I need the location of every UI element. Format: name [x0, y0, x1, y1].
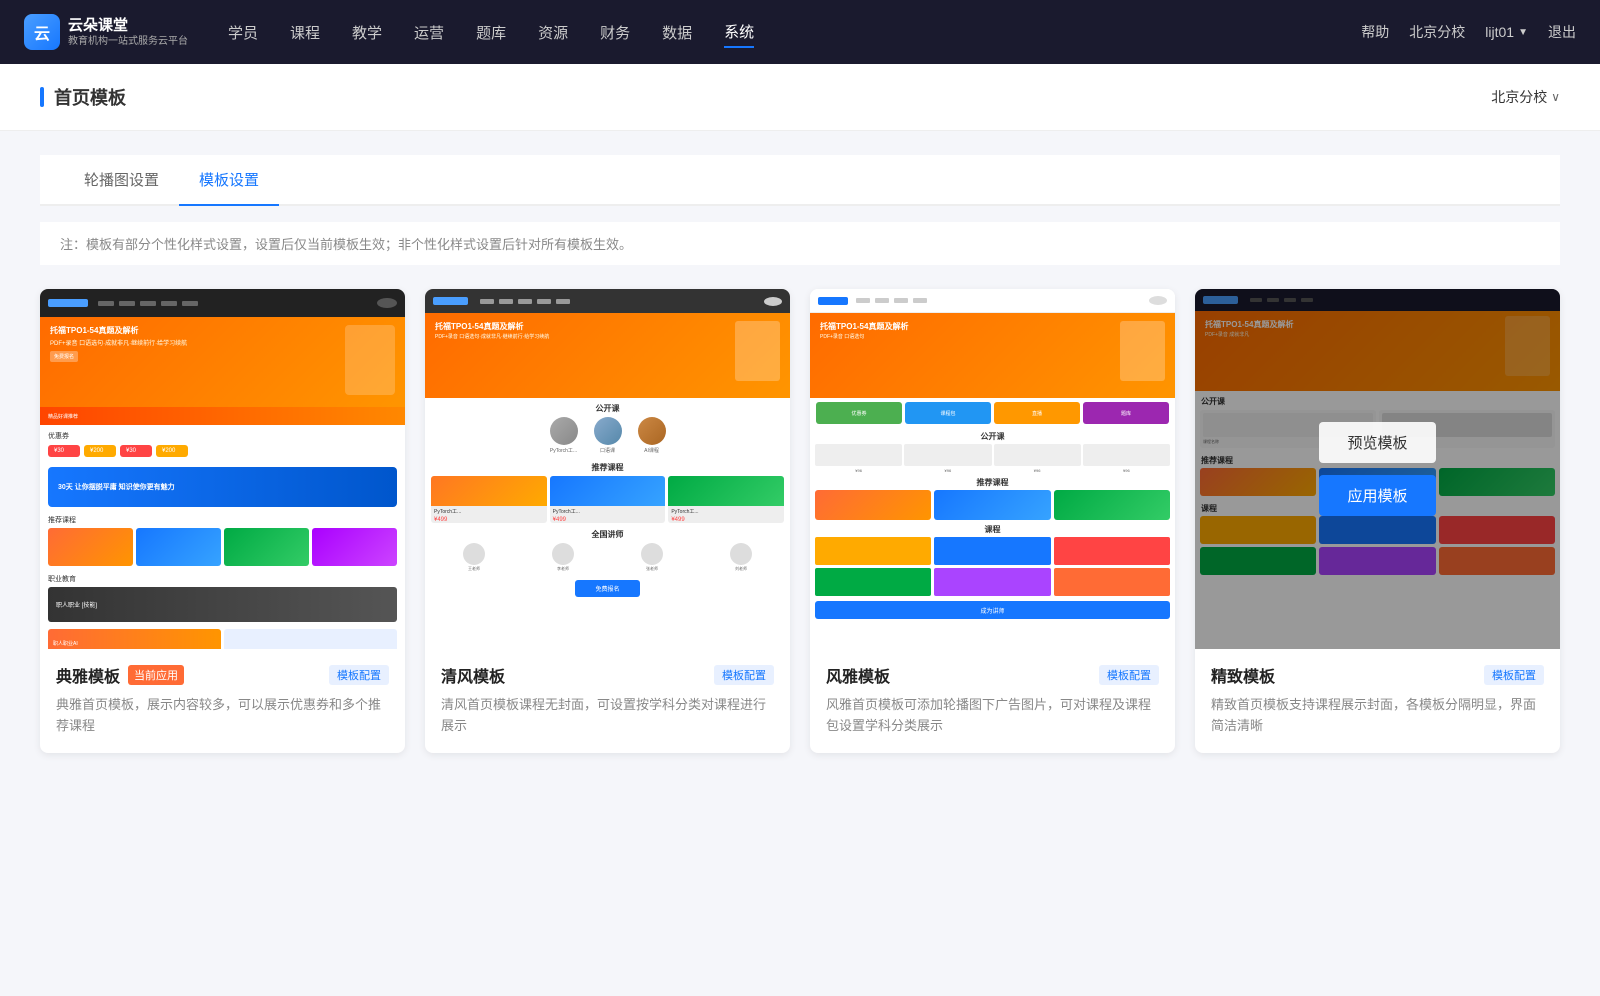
page-header: 首页模板 北京分校 ∨ — [0, 64, 1600, 131]
nav-branch[interactable]: 北京分校 — [1409, 22, 1465, 42]
template-preview-t2: 托福TPO1-54真题及解析 PDF+录音 口语选句·成就非凡·继续前行·给学习… — [425, 289, 790, 649]
nav-logout[interactable]: 退出 — [1548, 22, 1576, 42]
card-title-t2: 清风模板 — [441, 663, 505, 687]
nav-item-finance[interactable]: 财务 — [600, 18, 630, 47]
template-card-t3: 托福TPO1-54真题及解析 PDF+录音 口语选句 优惠券 课程包 — [810, 289, 1175, 753]
apply-button-t4[interactable]: 应用模板 — [1319, 475, 1435, 516]
tab-template[interactable]: 模板设置 — [179, 155, 279, 206]
preview-button-t4[interactable]: 预览模板 — [1319, 422, 1435, 463]
page-title-bar: 首页模板 — [40, 84, 126, 110]
templates-grid: 托福TPO1-54真题及解析 PDF+录音 口语选句·成就非凡·继续前行·给学习… — [40, 289, 1560, 753]
branch-selector[interactable]: 北京分校 ∨ — [1491, 87, 1560, 107]
nav-logo: 云 云朵课堂 教育机构一站式服务云平台 — [24, 14, 188, 50]
template-overlay-t4: 预览模板 应用模板 — [1195, 289, 1560, 649]
preview-button-t2[interactable]: 预览模板 — [549, 422, 665, 463]
preview-button-t3[interactable]: 预览模板 — [934, 422, 1050, 463]
nav-item-resources[interactable]: 资源 — [538, 18, 568, 47]
navbar: 云 云朵课堂 教育机构一站式服务云平台 学员 课程 教学 运营 题库 资源 财务… — [0, 0, 1600, 64]
card-info-t3: 风雅模板 模板配置 风雅首页模板可添加轮播图下广告图片，可对课程及课程包设置学科… — [810, 649, 1175, 753]
apply-button-t2[interactable]: 应用模板 — [549, 475, 665, 516]
apply-button-t3[interactable]: 应用模板 — [934, 475, 1050, 516]
card-desc-t3: 风雅首页模板可添加轮播图下广告图片，可对课程及课程包设置学科分类展示 — [826, 695, 1159, 737]
main-content: 轮播图设置 模板设置 注：模板有部分个性化样式设置，设置后仅当前模板生效；非个性… — [0, 131, 1600, 996]
card-desc-t1: 典雅首页模板，展示内容较多，可以展示优惠券和多个推荐课程 — [56, 695, 389, 737]
card-title-t1: 典雅模板 — [56, 663, 120, 687]
card-info-t2: 清风模板 模板配置 清风首页模板课程无封面，可设置按学科分类对课程进行展示 — [425, 649, 790, 753]
card-desc-t4: 精致首页模板支持课程展示封面，各模板分隔明显，界面简洁清晰 — [1211, 695, 1544, 737]
template-preview-t1: 托福TPO1-54真题及解析 PDF+录音 口语选句·成就非凡·继续前行·给学习… — [40, 289, 405, 649]
nav-item-students[interactable]: 学员 — [228, 18, 258, 47]
tabs-container: 轮播图设置 模板设置 — [40, 155, 1560, 206]
note-text: 注：模板有部分个性化样式设置，设置后仅当前模板生效；非个性化样式设置后针对所有模… — [40, 222, 1560, 265]
nav-menu: 学员 课程 教学 运营 题库 资源 财务 数据 系统 — [228, 17, 1361, 48]
nav-user-arrow: ▼ — [1518, 27, 1528, 38]
card-info-t4: 精致模板 模板配置 精致首页模板支持课程展示封面，各模板分隔明显，界面简洁清晰 — [1195, 649, 1560, 753]
nav-item-courses[interactable]: 课程 — [290, 18, 320, 47]
nav-user[interactable]: lijt01 ▼ — [1485, 24, 1528, 40]
badge-config-t1[interactable]: 模板配置 — [329, 665, 389, 685]
template-preview-t3: 托福TPO1-54真题及解析 PDF+录音 口语选句 优惠券 课程包 — [810, 289, 1175, 649]
nav-item-teaching[interactable]: 教学 — [352, 18, 382, 47]
branch-arrow: ∨ — [1551, 90, 1560, 104]
template-card-t4: 托福TPO1-54真题及解析 PDF+录音 成就非凡 公开课 课程名称 — [1195, 289, 1560, 753]
nav-item-operations[interactable]: 运营 — [414, 18, 444, 47]
nav-help[interactable]: 帮助 — [1361, 22, 1389, 42]
card-info-t1: 典雅模板 当前应用 模板配置 典雅首页模板，展示内容较多，可以展示优惠券和多个推… — [40, 649, 405, 753]
branch-label: 北京分校 — [1491, 87, 1547, 107]
template-card-t2: 托福TPO1-54真题及解析 PDF+录音 口语选句·成就非凡·继续前行·给学习… — [425, 289, 790, 753]
page-title: 首页模板 — [54, 84, 126, 110]
nav-item-quiz[interactable]: 题库 — [476, 18, 506, 47]
logo-icon: 云 — [24, 14, 60, 50]
badge-config-t2[interactable]: 模板配置 — [714, 665, 774, 685]
badge-config-t4[interactable]: 模板配置 — [1484, 665, 1544, 685]
badge-current-t1: 当前应用 — [128, 665, 184, 685]
badge-config-t3[interactable]: 模板配置 — [1099, 665, 1159, 685]
nav-item-system[interactable]: 系统 — [724, 17, 754, 48]
card-title-t4: 精致模板 — [1211, 663, 1275, 687]
nav-item-data[interactable]: 数据 — [662, 18, 692, 47]
card-desc-t2: 清风首页模板课程无封面，可设置按学科分类对课程进行展示 — [441, 695, 774, 737]
nav-right: 帮助 北京分校 lijt01 ▼ 退出 — [1361, 22, 1576, 42]
logo-text: 云朵课堂 教育机构一站式服务云平台 — [68, 16, 188, 49]
apply-button-t1[interactable]: 应用模板 — [164, 475, 280, 516]
card-title-t3: 风雅模板 — [826, 663, 890, 687]
tab-carousel[interactable]: 轮播图设置 — [64, 155, 179, 206]
template-preview-t4: 托福TPO1-54真题及解析 PDF+录音 成就非凡 公开课 课程名称 — [1195, 289, 1560, 649]
accent-bar — [40, 87, 44, 107]
template-card-t1: 托福TPO1-54真题及解析 PDF+录音 口语选句·成就非凡·继续前行·给学习… — [40, 289, 405, 753]
nav-username: lijt01 — [1485, 24, 1514, 40]
preview-button-t1[interactable]: 预览模板 — [164, 422, 280, 463]
